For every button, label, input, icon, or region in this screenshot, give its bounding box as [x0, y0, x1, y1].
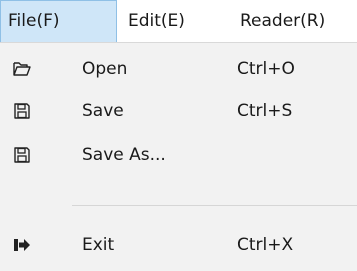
menu-item-label: Exit: [82, 235, 115, 255]
menu-item-label: Save As...: [82, 145, 166, 165]
menu-item-label: Open: [82, 59, 128, 79]
folder-open-icon: [12, 59, 32, 79]
menu-item-shortcut: Ctrl+O: [237, 59, 295, 79]
exit-icon: [12, 235, 32, 255]
menu-item-label: Save: [82, 101, 124, 121]
menu-separator: [72, 205, 357, 206]
menu-item-shortcut: Ctrl+X: [237, 235, 294, 255]
menu-item-save[interactable]: Save Ctrl+S: [0, 88, 357, 134]
floppy-disk-icon: [12, 101, 32, 121]
file-menu-dropdown: Open Ctrl+O Save Ctrl+S Save As... Exit …: [0, 42, 357, 271]
menu-file[interactable]: File(F): [0, 0, 117, 42]
floppy-disk-icon: [12, 145, 32, 165]
menu-bar: File(F) Edit(E) Reader(R): [0, 0, 357, 42]
menu-reader[interactable]: Reader(R): [227, 0, 357, 42]
menu-item-shortcut: Ctrl+S: [237, 101, 293, 121]
menu-item-save-as[interactable]: Save As...: [0, 132, 357, 178]
menu-edit[interactable]: Edit(E): [117, 0, 227, 42]
menu-item-open[interactable]: Open Ctrl+O: [0, 46, 357, 92]
menu-item-exit[interactable]: Exit Ctrl+X: [0, 222, 357, 268]
